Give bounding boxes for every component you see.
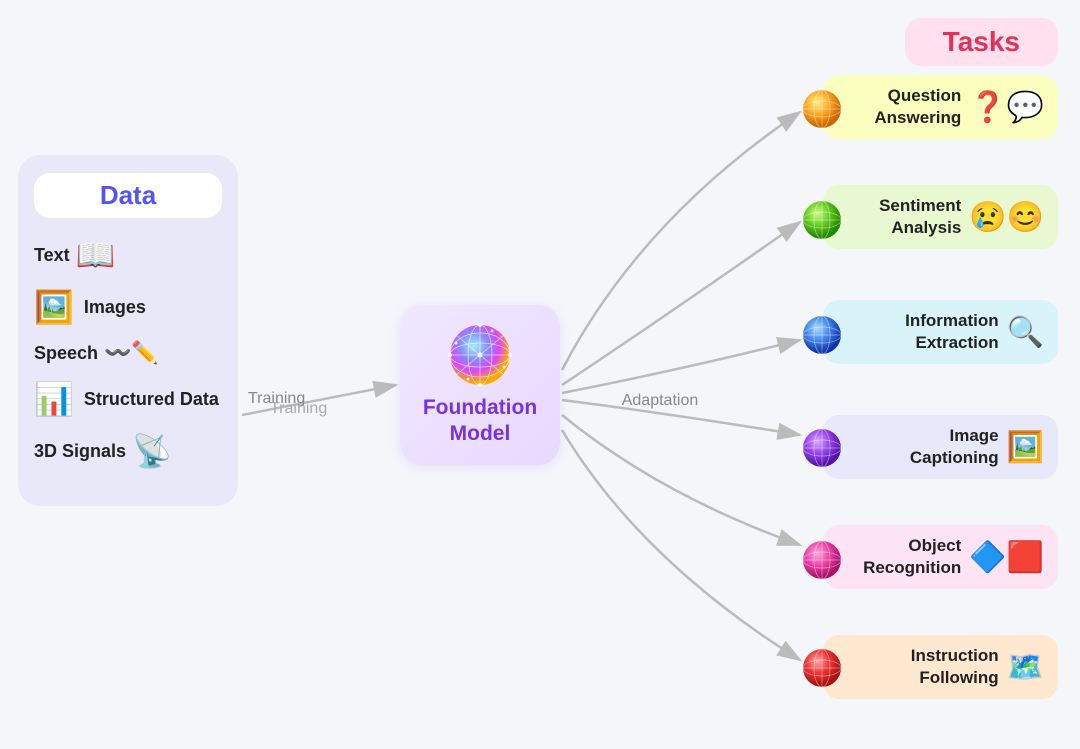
task-or-text: ObjectRecognition (835, 535, 961, 579)
task-if-text: InstructionFollowing (835, 645, 999, 689)
data-item-structured: 📊 Structured Data (34, 380, 222, 418)
waveform-icon: 〰️✏️ (104, 340, 159, 366)
task-card-or: ObjectRecognition 🔷🟥 (823, 525, 1058, 589)
sphere-ic (802, 428, 842, 468)
tasks-label-box: Tasks (905, 18, 1058, 66)
sphere-qa-container (802, 89, 842, 134)
sphere-ie-container (802, 315, 842, 360)
task-card-qa: QuestionAnswering ❓💬 (823, 75, 1058, 139)
foundation-model-title: Foundation Model (423, 395, 537, 448)
task-card-sa: SentimentAnalysis 😢😊 (823, 185, 1058, 249)
speech-label: Speech (34, 343, 98, 364)
task-card-ic: ImageCaptioning 🖼️ (823, 415, 1058, 479)
qa-icon: ❓💬 (969, 90, 1044, 125)
images-label: Images (84, 297, 146, 318)
task-card-if: InstructionFollowing 🗺️ (823, 635, 1058, 699)
sphere-ie (802, 315, 842, 355)
data-item-text: Text 📖 (34, 236, 222, 274)
adaptation-label: Adaptation (600, 392, 720, 410)
sphere-if (802, 648, 842, 688)
foundation-model-box: Foundation Model (400, 305, 560, 465)
structured-label: Structured Data (84, 389, 219, 410)
task-qa-text: QuestionAnswering (835, 85, 961, 129)
sphere-or (802, 540, 842, 580)
images-icon: 🖼️ (34, 288, 74, 326)
sphere-ic-container (802, 428, 842, 473)
if-icon: 🗺️ (1007, 650, 1044, 685)
sphere-or-container (802, 540, 842, 585)
or-icon: 🔷🟥 (969, 540, 1044, 575)
data-label-box: Data (34, 173, 222, 218)
structured-icon: 📊 (34, 380, 74, 418)
sa-icon: 😢😊 (969, 200, 1044, 235)
data-item-speech: Speech 〰️✏️ (34, 340, 222, 366)
sphere-sa-container (802, 200, 842, 245)
data-label: Data (100, 180, 156, 210)
ic-icon: 🖼️ (1007, 430, 1044, 465)
task-ic-text: ImageCaptioning (835, 425, 999, 469)
foundation-model-sphere (448, 323, 512, 387)
sphere-qa (802, 89, 842, 129)
task-card-ie: InformationExtraction 🔍 (823, 300, 1058, 364)
book-icon: 📖 (76, 236, 116, 274)
ie-icon: 🔍 (1007, 315, 1044, 350)
task-sa-text: SentimentAnalysis (835, 195, 961, 239)
tasks-label: Tasks (943, 26, 1020, 57)
sphere-if-container (802, 648, 842, 693)
sphere-sa (802, 200, 842, 240)
data-panel: Data Text 📖 🖼️ Images Speech 〰️✏️ 📊 Stru… (18, 155, 238, 506)
data-item-images: 🖼️ Images (34, 288, 222, 326)
signal-icon: 📡 (132, 432, 172, 470)
signals-label: 3D Signals (34, 441, 126, 462)
task-ie-text: InformationExtraction (835, 310, 999, 354)
training-label-pos: Training (270, 400, 327, 418)
text-label: Text (34, 245, 70, 266)
data-item-3dsignals: 3D Signals 📡 (34, 432, 222, 470)
training-text: Training (270, 400, 327, 417)
